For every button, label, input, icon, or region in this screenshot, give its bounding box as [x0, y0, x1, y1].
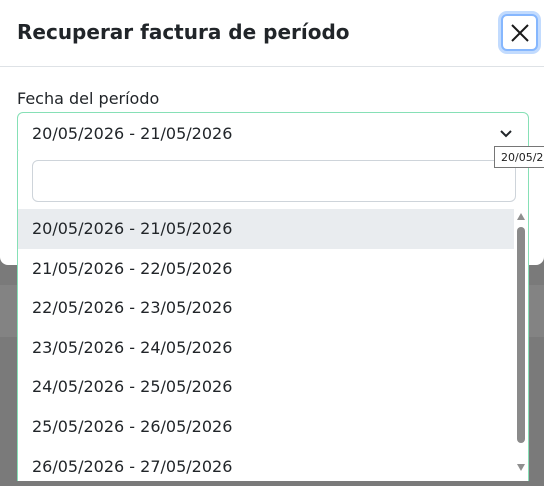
chevron-down-icon: [500, 130, 512, 138]
scrollbar-thumb[interactable]: [517, 227, 525, 443]
dropdown-scrollbar[interactable]: [515, 209, 527, 471]
dropdown-option[interactable]: 22/05/2026 - 23/05/2026: [18, 288, 514, 328]
dropdown-option[interactable]: 26/05/2026 - 27/05/2026: [18, 447, 514, 486]
period-date-select[interactable]: 20/05/2026 - 21/05/2026: [17, 112, 529, 155]
dropdown-option[interactable]: 21/05/2026 - 22/05/2026: [18, 249, 514, 289]
dropdown-search-input[interactable]: [32, 160, 516, 202]
period-date-dropdown: 20/05/2026 - 21/05/2026 21/05/2026 - 22/0…: [17, 151, 529, 481]
dropdown-option[interactable]: 23/05/2026 - 24/05/2026: [18, 328, 514, 368]
period-date-selected-value: 20/05/2026 - 21/05/2026: [32, 124, 233, 143]
dropdown-option[interactable]: 25/05/2026 - 26/05/2026: [18, 407, 514, 447]
scroll-up-arrow-icon[interactable]: [517, 213, 525, 220]
modal-title: Recuperar factura de período: [17, 20, 350, 44]
scroll-down-arrow-icon[interactable]: [517, 464, 525, 471]
period-date-label: Fecha del período: [17, 89, 160, 108]
dropdown-option[interactable]: 20/05/2026 - 21/05/2026: [18, 209, 514, 249]
dropdown-option[interactable]: 24/05/2026 - 25/05/2026: [18, 367, 514, 407]
value-tooltip: 20/05/2: [494, 146, 544, 168]
close-button[interactable]: [501, 14, 538, 51]
option-list: 20/05/2026 - 21/05/2026 21/05/2026 - 22/0…: [18, 209, 514, 486]
close-icon: [510, 23, 529, 42]
modal-header: Recuperar factura de período: [0, 0, 544, 67]
